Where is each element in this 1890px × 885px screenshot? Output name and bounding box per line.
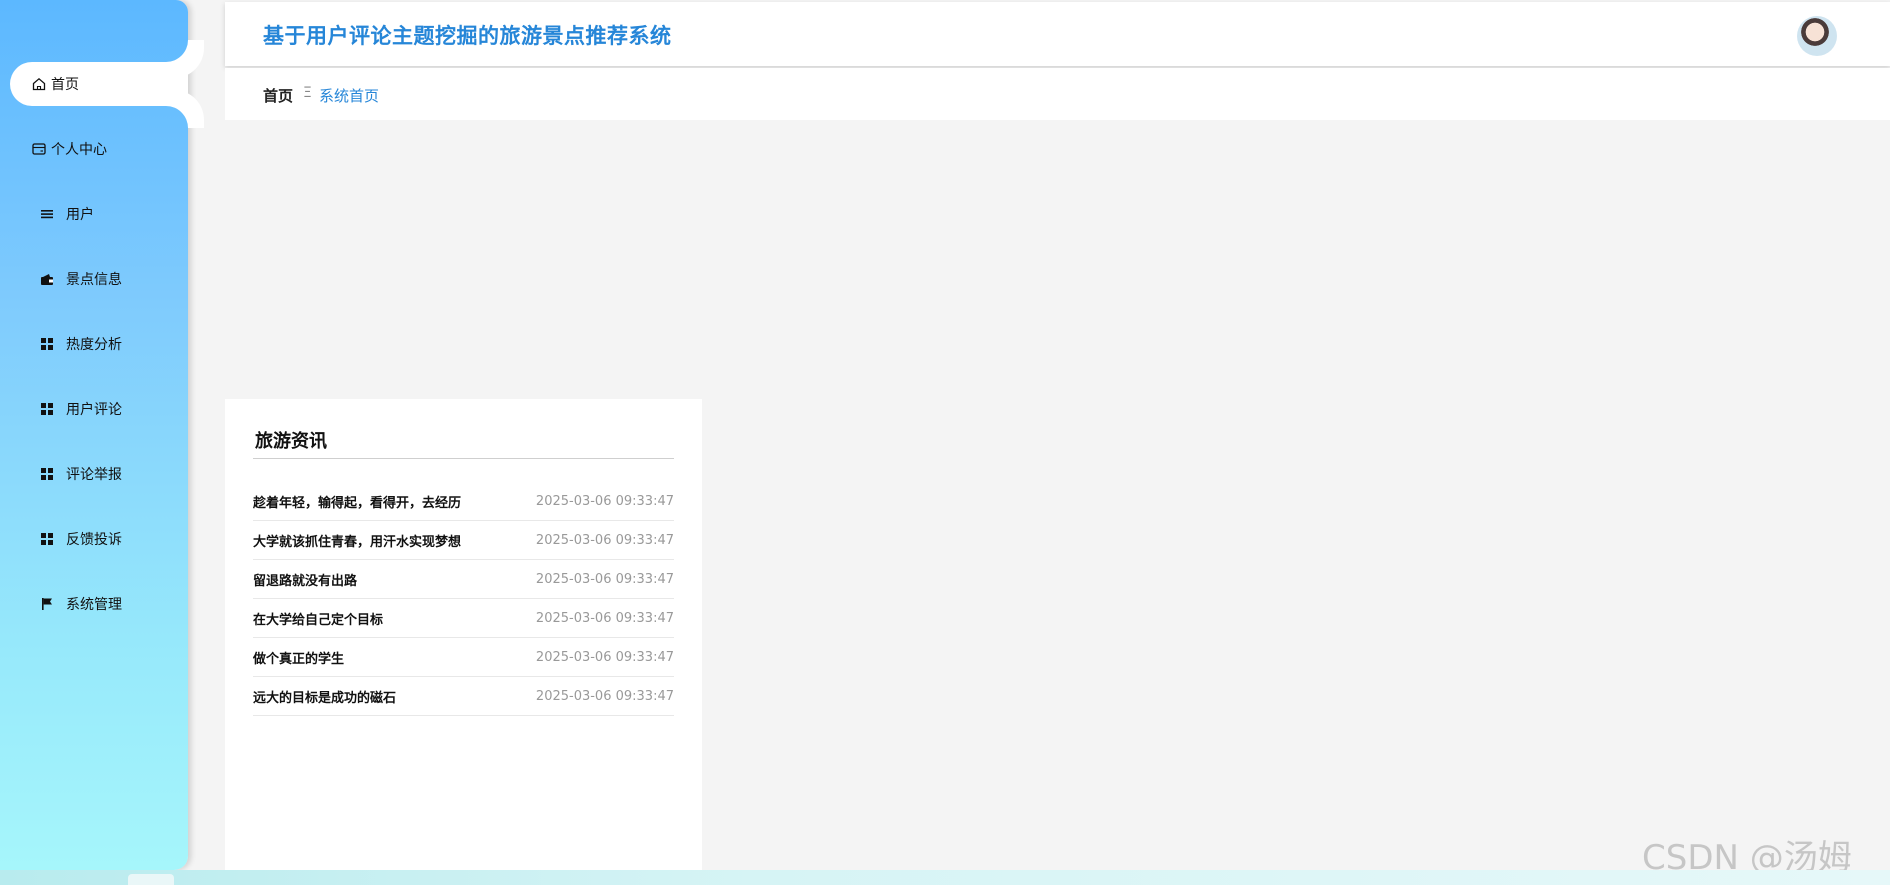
sidebar-item-label: 景点信息 xyxy=(66,272,122,288)
news-item-date: 2025-03-06 09:33:47 xyxy=(535,688,674,704)
news-item-date: 2025-03-06 09:33:47 xyxy=(535,532,674,548)
taskbar-tab[interactable] xyxy=(128,874,174,885)
news-item-date: 2025-03-06 09:33:47 xyxy=(535,493,674,509)
breadcrumb-home[interactable]: 首页 xyxy=(263,85,293,106)
list-item[interactable]: 趁着年轻，输得起，看得开，去经历 2025-03-06 09:33:47 xyxy=(253,482,674,521)
sidebar-item-user-comments[interactable]: 用户评论 xyxy=(0,387,188,431)
top-header: 基于用户评论主题挖掘的旅游景点推荐系统 xyxy=(225,2,1890,66)
flag-icon xyxy=(40,597,54,611)
breadcrumb-current: 系统首页 xyxy=(319,87,380,105)
news-item-title[interactable]: 留退路就没有出路 xyxy=(253,570,357,589)
sidebar-item-feedback[interactable]: 反馈投诉 xyxy=(0,517,188,561)
news-item-date: 2025-03-06 09:33:47 xyxy=(535,610,674,626)
avatar[interactable] xyxy=(1797,16,1837,56)
list-icon xyxy=(40,207,54,221)
news-item-title[interactable]: 在大学给自己定个目标 xyxy=(253,609,383,628)
grid-icon xyxy=(40,467,54,481)
divider xyxy=(253,458,674,459)
sidebar-item-label: 热度分析 xyxy=(66,337,122,353)
news-item-title[interactable]: 做个真正的学生 xyxy=(253,648,344,667)
breadcrumb: 首页 Ξ 系统首页 xyxy=(225,68,1890,120)
sidebar-item-profile[interactable]: 个人中心 xyxy=(0,127,188,171)
travel-news-panel: 旅游资讯 趁着年轻，输得起，看得开，去经历 2025-03-06 09:33:4… xyxy=(225,399,702,870)
home-icon xyxy=(32,77,46,91)
list-item[interactable]: 大学就该抓住青春，用汗水实现梦想 2025-03-06 09:33:47 xyxy=(253,521,674,560)
sidebar-item-label: 用户评论 xyxy=(66,402,122,418)
news-item-title[interactable]: 大学就该抓住青春，用汗水实现梦想 xyxy=(253,531,461,550)
news-panel-title: 旅游资讯 xyxy=(255,431,327,452)
list-item[interactable]: 留退路就没有出路 2025-03-06 09:33:47 xyxy=(253,560,674,599)
grid-icon xyxy=(40,337,54,351)
sidebar-item-label: 系统管理 xyxy=(66,597,122,613)
list-item[interactable]: 做个真正的学生 2025-03-06 09:33:47 xyxy=(253,638,674,677)
sidebar-item-label: 用户 xyxy=(66,207,94,223)
news-item-title[interactable]: 远大的目标是成功的磁石 xyxy=(253,687,396,706)
sidebar-item-home[interactable]: 首页 xyxy=(10,62,188,106)
wallet-icon xyxy=(40,272,54,286)
taskbar-strip xyxy=(0,870,1890,885)
news-list: 趁着年轻，输得起，看得开，去经历 2025-03-06 09:33:47 大学就… xyxy=(253,482,674,716)
sidebar-item-heat-analysis[interactable]: 热度分析 xyxy=(0,322,188,366)
app-title: 基于用户评论主题挖掘的旅游景点推荐系统 xyxy=(263,24,672,48)
sidebar-item-label: 个人中心 xyxy=(51,142,107,158)
breadcrumb-separator-icon: Ξ xyxy=(303,85,312,101)
sidebar-item-users[interactable]: 用户 xyxy=(0,192,188,236)
card-icon xyxy=(32,142,46,156)
news-item-date: 2025-03-06 09:33:47 xyxy=(535,571,674,587)
list-item[interactable]: 在大学给自己定个目标 2025-03-06 09:33:47 xyxy=(253,599,674,638)
sidebar-item-label: 首页 xyxy=(51,77,79,93)
news-item-date: 2025-03-06 09:33:47 xyxy=(535,649,674,665)
news-item-title[interactable]: 趁着年轻，输得起，看得开，去经历 xyxy=(253,492,461,511)
grid-icon xyxy=(40,402,54,416)
sidebar-item-label: 反馈投诉 xyxy=(66,532,122,548)
sidebar-item-label: 评论举报 xyxy=(66,467,122,483)
sidebar-item-comment-reports[interactable]: 评论举报 xyxy=(0,452,188,496)
sidebar-item-scenic-info[interactable]: 景点信息 xyxy=(0,257,188,301)
grid-icon xyxy=(40,532,54,546)
sidebar-item-system-management[interactable]: 系统管理 xyxy=(0,582,188,626)
list-item[interactable]: 远大的目标是成功的磁石 2025-03-06 09:33:47 xyxy=(253,677,674,716)
sidebar: 首页 个人中心 用户 景点信息 热度分析 用户评论 评论举报 反馈投诉 系统管理 xyxy=(0,0,188,870)
